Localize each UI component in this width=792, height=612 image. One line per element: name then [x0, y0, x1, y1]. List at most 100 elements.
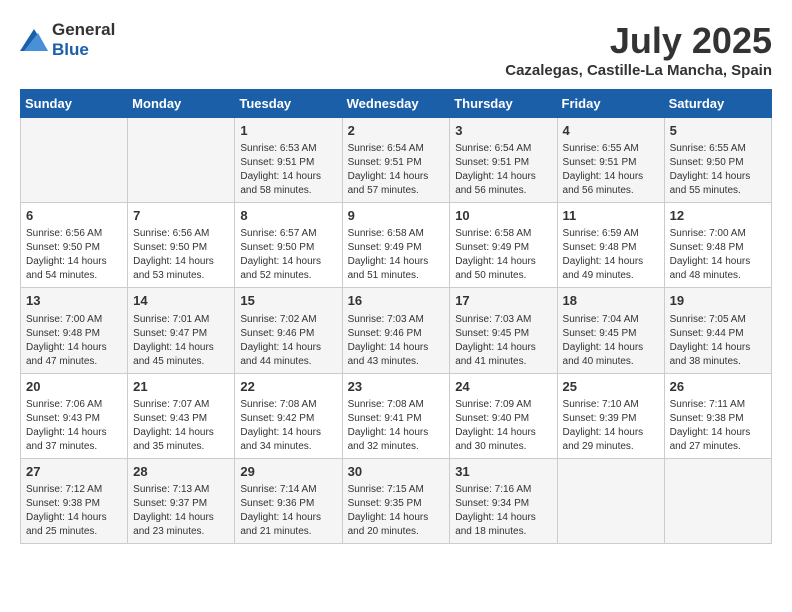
week-row-2: 6 Sunrise: 6:56 AM Sunset: 9:50 PM Daylig…	[21, 203, 772, 288]
day-cell: 28 Sunrise: 7:13 AM Sunset: 9:37 PM Dayli…	[128, 458, 235, 543]
day-number: 18	[563, 292, 659, 310]
header-cell-saturday: Saturday	[664, 90, 771, 118]
logo: General Blue	[20, 20, 115, 60]
day-number: 9	[348, 207, 445, 225]
day-number: 12	[670, 207, 766, 225]
day-info: Sunrise: 7:02 AM Sunset: 9:46 PM Dayligh…	[240, 313, 336, 369]
logo-blue-text: Blue	[52, 40, 89, 59]
day-info: Sunrise: 7:08 AM Sunset: 9:41 PM Dayligh…	[348, 398, 445, 454]
day-cell: 11 Sunrise: 6:59 AM Sunset: 9:48 PM Dayli…	[557, 203, 664, 288]
day-cell: 4 Sunrise: 6:55 AM Sunset: 9:51 PM Daylig…	[557, 118, 664, 203]
day-cell: 3 Sunrise: 6:54 AM Sunset: 9:51 PM Daylig…	[450, 118, 557, 203]
day-number: 5	[670, 122, 766, 140]
day-cell: 15 Sunrise: 7:02 AM Sunset: 9:46 PM Dayli…	[235, 288, 342, 373]
day-number: 13	[26, 292, 122, 310]
day-info: Sunrise: 7:03 AM Sunset: 9:45 PM Dayligh…	[455, 313, 551, 369]
header-cell-sunday: Sunday	[21, 90, 128, 118]
day-number: 1	[240, 122, 336, 140]
day-cell: 26Sunrise: 7:11 AM Sunset: 9:38 PM Dayli…	[664, 373, 771, 458]
day-info: Sunrise: 7:16 AM Sunset: 9:34 PM Dayligh…	[455, 483, 551, 539]
day-info: Sunrise: 7:10 AM Sunset: 9:39 PM Dayligh…	[563, 398, 659, 454]
day-cell: 1Sunrise: 6:53 AM Sunset: 9:51 PM Daylig…	[235, 118, 342, 203]
day-cell: 12Sunrise: 7:00 AM Sunset: 9:48 PM Dayli…	[664, 203, 771, 288]
day-info: Sunrise: 6:54 AM Sunset: 9:51 PM Dayligh…	[455, 142, 551, 198]
day-number: 8	[240, 207, 336, 225]
day-number: 22	[240, 378, 336, 396]
day-cell: 7 Sunrise: 6:56 AM Sunset: 9:50 PM Daylig…	[128, 203, 235, 288]
day-cell: 13Sunrise: 7:00 AM Sunset: 9:48 PM Dayli…	[21, 288, 128, 373]
calendar-subtitle: Cazalegas, Castille-La Mancha, Spain	[505, 62, 772, 79]
day-number: 25	[563, 378, 659, 396]
day-info: Sunrise: 7:14 AM Sunset: 9:36 PM Dayligh…	[240, 483, 336, 539]
calendar-body: 1Sunrise: 6:53 AM Sunset: 9:51 PM Daylig…	[21, 118, 772, 544]
day-number: 27	[26, 463, 122, 481]
day-info: Sunrise: 6:54 AM Sunset: 9:51 PM Dayligh…	[348, 142, 445, 198]
day-number: 4	[563, 122, 659, 140]
day-info: Sunrise: 6:58 AM Sunset: 9:49 PM Dayligh…	[348, 227, 445, 283]
day-number: 15	[240, 292, 336, 310]
day-number: 29	[240, 463, 336, 481]
day-cell: 16Sunrise: 7:03 AM Sunset: 9:46 PM Dayli…	[342, 288, 450, 373]
day-cell	[557, 458, 664, 543]
day-info: Sunrise: 7:13 AM Sunset: 9:37 PM Dayligh…	[133, 483, 229, 539]
header-cell-wednesday: Wednesday	[342, 90, 450, 118]
day-cell: 2Sunrise: 6:54 AM Sunset: 9:51 PM Daylig…	[342, 118, 450, 203]
day-number: 28	[133, 463, 229, 481]
day-number: 23	[348, 378, 445, 396]
day-info: Sunrise: 7:04 AM Sunset: 9:45 PM Dayligh…	[563, 313, 659, 369]
day-number: 20	[26, 378, 122, 396]
calendar-title: July 2025	[505, 20, 772, 62]
day-number: 24	[455, 378, 551, 396]
day-info: Sunrise: 7:15 AM Sunset: 9:35 PM Dayligh…	[348, 483, 445, 539]
day-cell: 24 Sunrise: 7:09 AM Sunset: 9:40 PM Dayli…	[450, 373, 557, 458]
day-number: 30	[348, 463, 445, 481]
logo-general-text: General	[52, 20, 115, 39]
day-cell: 25 Sunrise: 7:10 AM Sunset: 9:39 PM Dayli…	[557, 373, 664, 458]
day-cell	[21, 118, 128, 203]
week-row-4: 20 Sunrise: 7:06 AM Sunset: 9:43 PM Dayli…	[21, 373, 772, 458]
day-cell: 27 Sunrise: 7:12 AM Sunset: 9:38 PM Dayli…	[21, 458, 128, 543]
header-cell-tuesday: Tuesday	[235, 90, 342, 118]
day-cell	[128, 118, 235, 203]
day-info: Sunrise: 6:57 AM Sunset: 9:50 PM Dayligh…	[240, 227, 336, 283]
day-info: Sunrise: 7:12 AM Sunset: 9:38 PM Dayligh…	[26, 483, 122, 539]
day-number: 7	[133, 207, 229, 225]
day-cell: 30 Sunrise: 7:15 AM Sunset: 9:35 PM Dayli…	[342, 458, 450, 543]
day-info: Sunrise: 7:06 AM Sunset: 9:43 PM Dayligh…	[26, 398, 122, 454]
day-info: Sunrise: 6:59 AM Sunset: 9:48 PM Dayligh…	[563, 227, 659, 283]
day-number: 17	[455, 292, 551, 310]
calendar-header: SundayMondayTuesdayWednesdayThursdayFrid…	[21, 90, 772, 118]
day-number: 6	[26, 207, 122, 225]
day-number: 11	[563, 207, 659, 225]
logo-icon	[20, 29, 48, 51]
day-cell: 8 Sunrise: 6:57 AM Sunset: 9:50 PM Daylig…	[235, 203, 342, 288]
day-cell: 14 Sunrise: 7:01 AM Sunset: 9:47 PM Dayli…	[128, 288, 235, 373]
day-number: 14	[133, 292, 229, 310]
day-info: Sunrise: 7:01 AM Sunset: 9:47 PM Dayligh…	[133, 313, 229, 369]
day-number: 21	[133, 378, 229, 396]
day-number: 31	[455, 463, 551, 481]
week-row-3: 13Sunrise: 7:00 AM Sunset: 9:48 PM Dayli…	[21, 288, 772, 373]
day-cell	[664, 458, 771, 543]
day-cell: 22 Sunrise: 7:08 AM Sunset: 9:42 PM Dayli…	[235, 373, 342, 458]
day-info: Sunrise: 6:55 AM Sunset: 9:50 PM Dayligh…	[670, 142, 766, 198]
day-info: Sunrise: 6:55 AM Sunset: 9:51 PM Dayligh…	[563, 142, 659, 198]
day-number: 10	[455, 207, 551, 225]
header-cell-friday: Friday	[557, 90, 664, 118]
day-info: Sunrise: 7:08 AM Sunset: 9:42 PM Dayligh…	[240, 398, 336, 454]
day-cell: 29 Sunrise: 7:14 AM Sunset: 9:36 PM Dayli…	[235, 458, 342, 543]
day-number: 3	[455, 122, 551, 140]
day-info: Sunrise: 6:56 AM Sunset: 9:50 PM Dayligh…	[133, 227, 229, 283]
day-info: Sunrise: 7:09 AM Sunset: 9:40 PM Dayligh…	[455, 398, 551, 454]
day-number: 16	[348, 292, 445, 310]
day-number: 26	[670, 378, 766, 396]
day-cell: 17 Sunrise: 7:03 AM Sunset: 9:45 PM Dayli…	[450, 288, 557, 373]
page-header: General Blue July 2025 Cazalegas, Castil…	[20, 20, 772, 79]
week-row-5: 27 Sunrise: 7:12 AM Sunset: 9:38 PM Dayli…	[21, 458, 772, 543]
day-cell: 5 Sunrise: 6:55 AM Sunset: 9:50 PM Daylig…	[664, 118, 771, 203]
day-cell: 23 Sunrise: 7:08 AM Sunset: 9:41 PM Dayli…	[342, 373, 450, 458]
day-info: Sunrise: 7:05 AM Sunset: 9:44 PM Dayligh…	[670, 313, 766, 369]
header-cell-thursday: Thursday	[450, 90, 557, 118]
header-row: SundayMondayTuesdayWednesdayThursdayFrid…	[21, 90, 772, 118]
day-cell: 19Sunrise: 7:05 AM Sunset: 9:44 PM Dayli…	[664, 288, 771, 373]
